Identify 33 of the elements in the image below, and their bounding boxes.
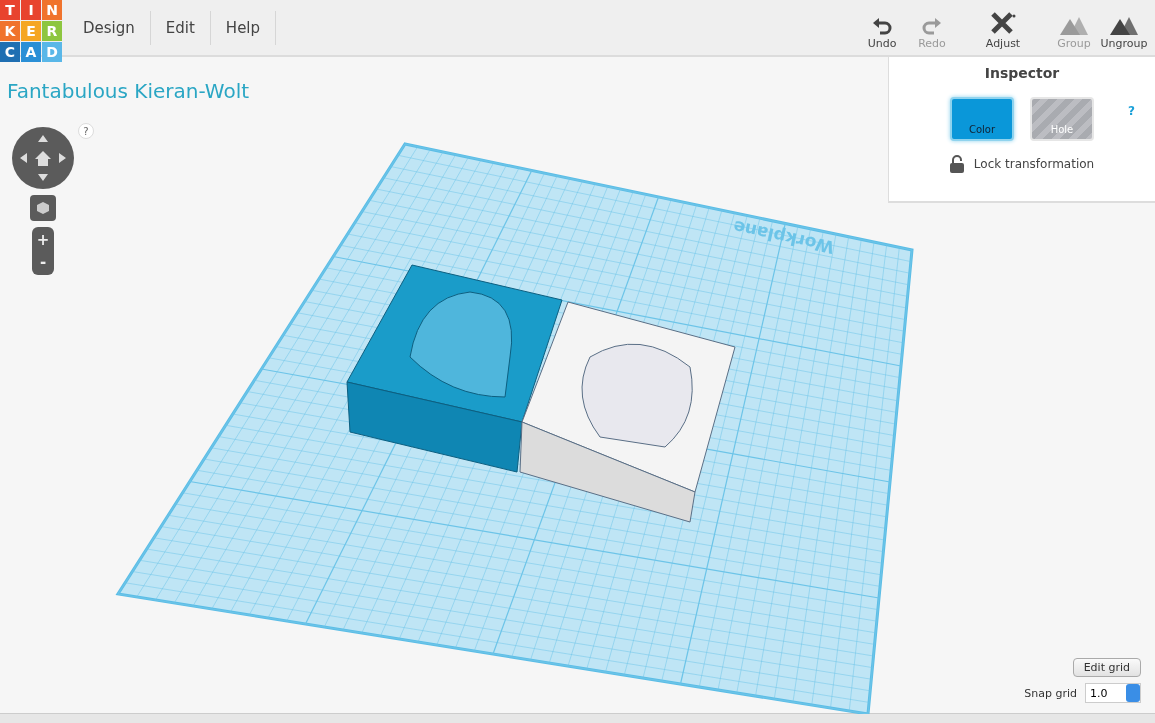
logo-letter: C [0,42,20,62]
lock-transformation-label: Lock transformation [973,157,1095,171]
snap-grid-select[interactable]: 1.0 [1085,683,1141,703]
design-title: Fantabulous Kieran-Wolt [7,79,250,103]
logo-letter: A [21,42,41,62]
logo-letter: E [21,21,41,41]
home-view-button[interactable] [30,195,56,221]
ungroup-button[interactable]: Ungroup [1099,15,1149,50]
logo-letter: N [42,0,62,20]
mountains-icon [1060,15,1088,35]
menu-item[interactable]: Help [210,10,277,45]
mountains-icon [1110,15,1138,35]
logo-letter: I [21,0,41,20]
color-swatch[interactable]: Color [950,97,1014,141]
undo-button[interactable]: Undo [857,17,907,50]
logo-letter: R [42,21,62,41]
adjust-button[interactable]: Adjust [957,11,1049,50]
cube-icon [36,201,50,215]
redo-icon [922,17,942,35]
snap-grid-label: Snap grid [1024,686,1077,700]
view-navigation-icon[interactable] [12,127,74,189]
undo-icon [872,17,892,35]
logo-letter: K [0,21,20,41]
logo-letter: D [42,42,62,62]
help-button[interactable]: ? [78,123,94,139]
zoom-out-button[interactable]: - [32,251,54,273]
zoom-in-button[interactable]: + [32,229,54,251]
lock-icon[interactable] [949,155,964,173]
inspector-title: Inspector [984,65,1060,81]
menu-item[interactable]: Design [68,10,151,45]
menu-item[interactable]: Edit [150,10,211,45]
logo-letter: T [0,0,20,20]
edit-grid-button[interactable]: Edit grid [1072,658,1141,677]
